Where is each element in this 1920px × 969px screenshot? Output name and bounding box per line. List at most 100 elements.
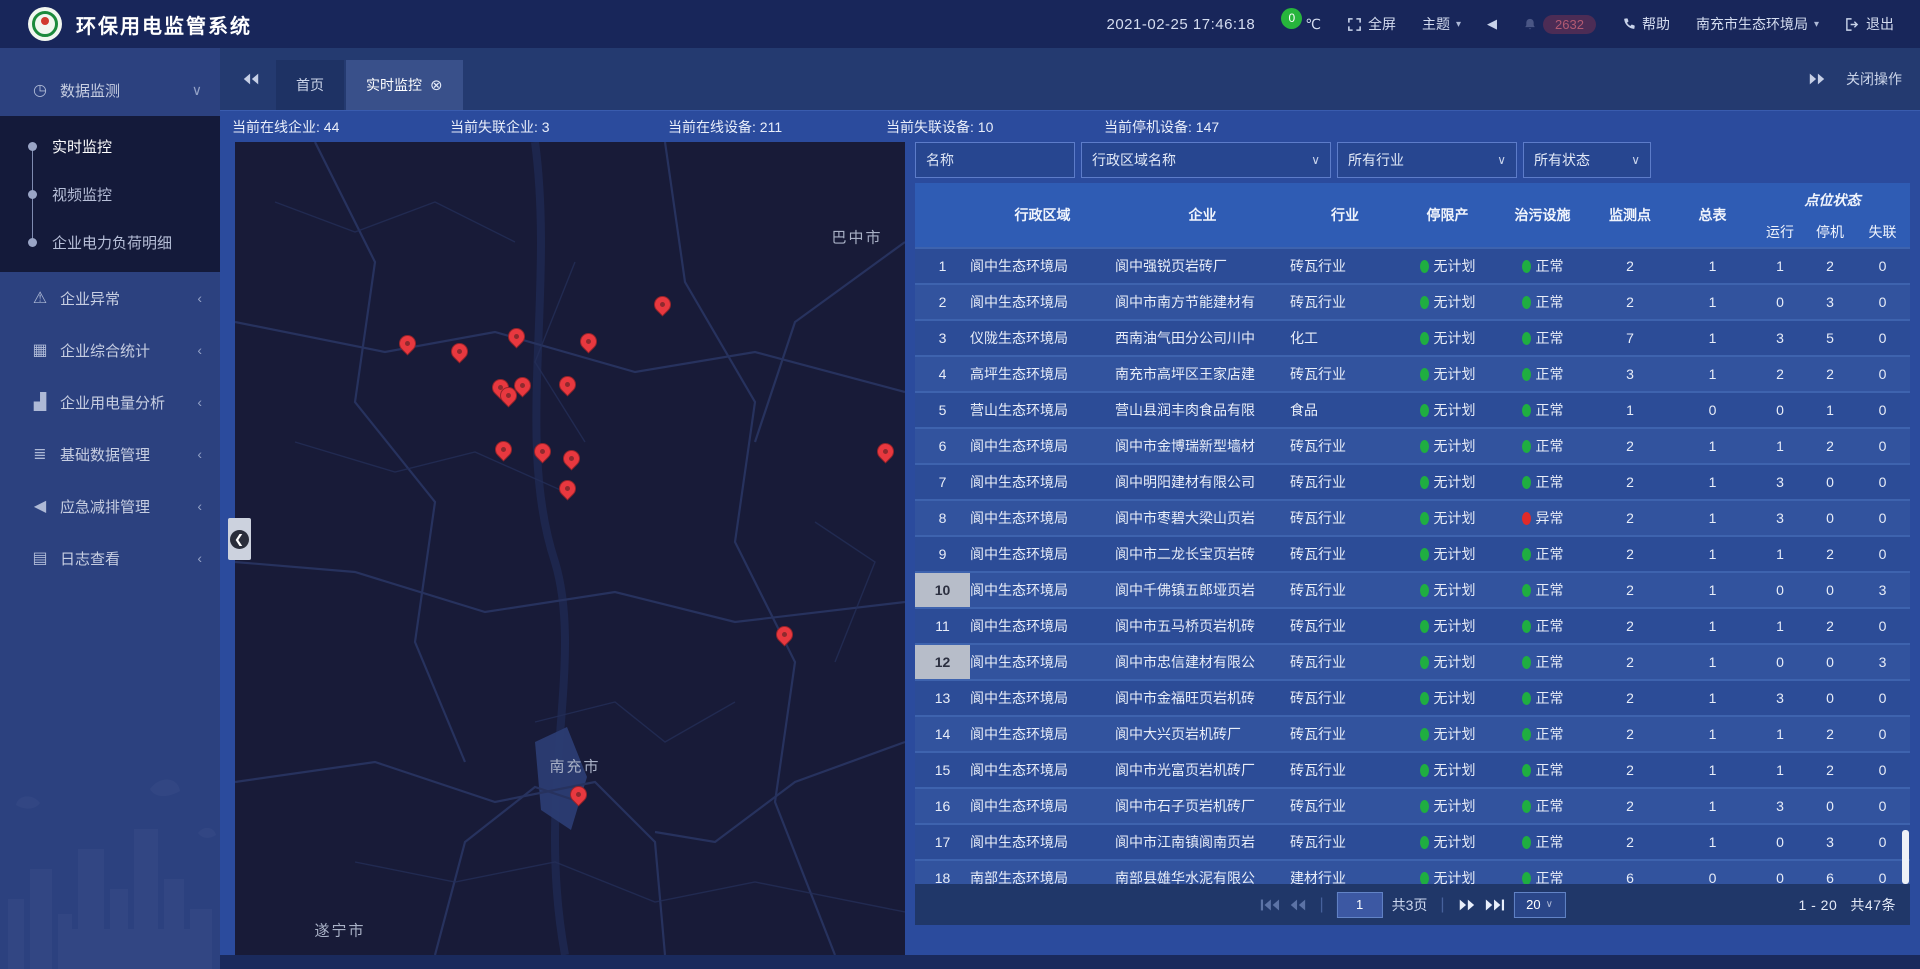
plan-status-label: 无计划 [1434, 796, 1476, 816]
facility-status-label: 正常 [1536, 580, 1564, 600]
table-row[interactable]: 7阆中生态环境局阆中明阳建材有限公司砖瓦行业无计划正常21300 [915, 463, 1910, 499]
row-index: 5 [915, 393, 970, 427]
cell-plan-status: 无计划 [1400, 573, 1495, 607]
table-row[interactable]: 2阆中生态环境局阆中市南方节能建材有砖瓦行业无计划正常21030 [915, 283, 1910, 319]
stats-board-icon: ▦ [30, 340, 50, 360]
sidebar-item-section[interactable]: ⚠企业异常‹ [0, 272, 220, 324]
cell-monitor-count: 2 [1590, 285, 1670, 319]
col-header: 企业 [1115, 183, 1290, 247]
sidebar-item-section[interactable]: ▤日志查看‹ [0, 532, 220, 584]
stat-value: 44 [324, 119, 340, 135]
cell-facility-status: 正常 [1495, 609, 1590, 643]
page-size-select[interactable]: 20 ∨ [1514, 892, 1566, 918]
table-row[interactable]: 16阆中生态环境局阆中市石子页岩机砖厂砖瓦行业无计划正常21300 [915, 787, 1910, 823]
close-operations-button[interactable]: 关闭操作 [1846, 69, 1902, 89]
cell-company: 南部县雄华水泥有限公 [1115, 861, 1290, 884]
chevron-left-icon: ❮ [230, 530, 249, 549]
name-filter[interactable] [915, 142, 1075, 178]
sidebar-subitem[interactable]: 企业电力负荷明细 [0, 218, 220, 266]
cell-region: 阆中生态环境局 [970, 789, 1115, 823]
prev-page-button[interactable] [1288, 898, 1306, 912]
cell-company: 阆中市金福旺页岩机砖 [1115, 681, 1290, 715]
cell-plan-status: 无计划 [1400, 789, 1495, 823]
notification-area[interactable]: 2632 [1523, 15, 1596, 34]
table-body: 1阆中生态环境局阆中强锐页岩砖厂砖瓦行业无计划正常211202阆中生态环境局阆中… [915, 247, 1910, 884]
last-page-button[interactable] [1485, 898, 1505, 912]
status-dot-icon [1522, 872, 1531, 885]
sidebar-item-section[interactable]: ≣基础数据管理‹ [0, 428, 220, 480]
tab-实时监控[interactable]: 实时监控⊗ [346, 60, 463, 110]
page-number-input[interactable]: 1 [1337, 892, 1383, 918]
facility-status-label: 正常 [1536, 364, 1564, 384]
plan-status-label: 无计划 [1434, 652, 1476, 672]
status-filter-select[interactable]: 所有状态 ∨ [1523, 142, 1651, 178]
status-dot-icon [1522, 260, 1531, 273]
table-row[interactable]: 3仪陇生态环境局西南油气田分公司川中化工无计划正常71350 [915, 319, 1910, 355]
name-filter-input[interactable] [926, 152, 1064, 168]
map-collapse-button[interactable]: ❮ [228, 518, 251, 560]
row-index: 7 [915, 465, 970, 499]
stat-label: 当前失联企业: [450, 119, 542, 135]
table-row[interactable]: 18南部生态环境局南部县雄华水泥有限公建材行业无计划正常60060 [915, 859, 1910, 884]
table-row[interactable]: 4高坪生态环境局南充市高坪区王家店建砖瓦行业无计划正常31220 [915, 355, 1910, 391]
cell-stop-count: 6 [1805, 861, 1855, 884]
help-button[interactable]: 帮助 [1622, 14, 1670, 34]
status-dot-icon [1420, 692, 1429, 705]
cell-stop-count: 2 [1805, 249, 1855, 283]
facility-status-label: 正常 [1536, 760, 1564, 780]
table-row[interactable]: 6阆中生态环境局阆中市金博瑞新型墙材砖瓦行业无计划正常21120 [915, 427, 1910, 463]
tabs-scroll-right-button[interactable] [1808, 72, 1826, 86]
monitor-clock-icon: ◷ [30, 80, 50, 100]
table-row[interactable]: 15阆中生态环境局阆中市光富页岩机砖厂砖瓦行业无计划正常21120 [915, 751, 1910, 787]
fullscreen-icon [1347, 17, 1362, 32]
table-row[interactable]: 9阆中生态环境局阆中市二龙长宝页岩砖砖瓦行业无计划正常21120 [915, 535, 1910, 571]
sidebar-subitem[interactable]: 视频监控 [0, 170, 220, 218]
tabs-scroll-left-button[interactable] [220, 48, 276, 110]
fullscreen-button[interactable]: 全屏 [1347, 14, 1396, 34]
table-row[interactable]: 14阆中生态环境局阆中大兴页岩机砖厂砖瓦行业无计划正常21120 [915, 715, 1910, 751]
cell-run-count: 0 [1755, 861, 1805, 884]
cell-plan-status: 无计划 [1400, 429, 1495, 463]
table-row[interactable]: 10阆中生态环境局阆中千佛镇五郎垭页岩砖瓦行业无计划正常21003 [915, 571, 1910, 607]
cell-total-meter: 1 [1670, 825, 1755, 859]
cell-company: 阆中大兴页岩机砖厂 [1115, 717, 1290, 751]
user-dropdown[interactable]: 南充市生态环境局 ▾ [1696, 14, 1819, 34]
sidebar-item-section[interactable]: ◀应急减排管理‹ [0, 480, 220, 532]
speaker-button[interactable]: ◀ [1487, 16, 1497, 32]
table-row[interactable]: 1阆中生态环境局阆中强锐页岩砖厂砖瓦行业无计划正常21120 [915, 247, 1910, 283]
tab-首页[interactable]: 首页 [276, 60, 344, 110]
table-row[interactable]: 8阆中生态环境局阆中市枣碧大梁山页岩砖瓦行业无计划异常21300 [915, 499, 1910, 535]
cell-region: 阆中生态环境局 [970, 465, 1115, 499]
tabs: 首页实时监控⊗ [276, 60, 463, 110]
table-row[interactable]: 17阆中生态环境局阆中市江南镇阆南页岩砖瓦行业无计划正常21030 [915, 823, 1910, 859]
cell-company: 阆中市南方节能建材有 [1115, 285, 1290, 319]
app-logo-icon [28, 7, 62, 41]
table-row[interactable]: 5营山生态环境局营山县润丰肉食品有限食品无计划正常10010 [915, 391, 1910, 427]
region-filter-select[interactable]: 行政区域名称 ∨ [1081, 142, 1331, 178]
cell-stop-count: 2 [1805, 429, 1855, 463]
cell-stop-count: 0 [1805, 573, 1855, 607]
cell-plan-status: 无计划 [1400, 753, 1495, 787]
map-panel[interactable]: 巴中市南充市遂宁市 ❮ [235, 142, 905, 955]
first-page-button[interactable] [1259, 898, 1279, 912]
sidebar-item-section[interactable]: ▦企业综合统计‹ [0, 324, 220, 376]
stat-item: 当前失联企业: 3 [450, 117, 668, 137]
row-index: 13 [915, 681, 970, 715]
table-row[interactable]: 11阆中生态环境局阆中市五马桥页岩机砖砖瓦行业无计划正常21120 [915, 607, 1910, 643]
cell-plan-status: 无计划 [1400, 645, 1495, 679]
exit-button[interactable]: 退出 [1845, 14, 1894, 34]
sidebar-item-section[interactable]: ▟企业用电量分析‹ [0, 376, 220, 428]
next-page-button[interactable] [1458, 898, 1476, 912]
theme-dropdown[interactable]: 主题 ▾ [1422, 14, 1461, 34]
plan-status-label: 无计划 [1434, 688, 1476, 708]
cell-plan-status: 无计划 [1400, 681, 1495, 715]
sidebar-item-label: 应急减排管理 [60, 496, 150, 517]
industry-filter-select[interactable]: 所有行业 ∨ [1337, 142, 1517, 178]
table-row[interactable]: 12阆中生态环境局阆中市忠信建材有限公砖瓦行业无计划正常21003 [915, 643, 1910, 679]
sidebar-subitem[interactable]: 实时监控 [0, 122, 220, 170]
scrollbar-thumb[interactable] [1902, 830, 1909, 884]
tab-close-icon[interactable]: ⊗ [430, 78, 443, 93]
sidebar-item-data-monitor[interactable]: ◷数据监测∨ [0, 64, 220, 116]
table-row[interactable]: 13阆中生态环境局阆中市金福旺页岩机砖砖瓦行业无计划正常21300 [915, 679, 1910, 715]
cell-stop-count: 5 [1805, 321, 1855, 355]
